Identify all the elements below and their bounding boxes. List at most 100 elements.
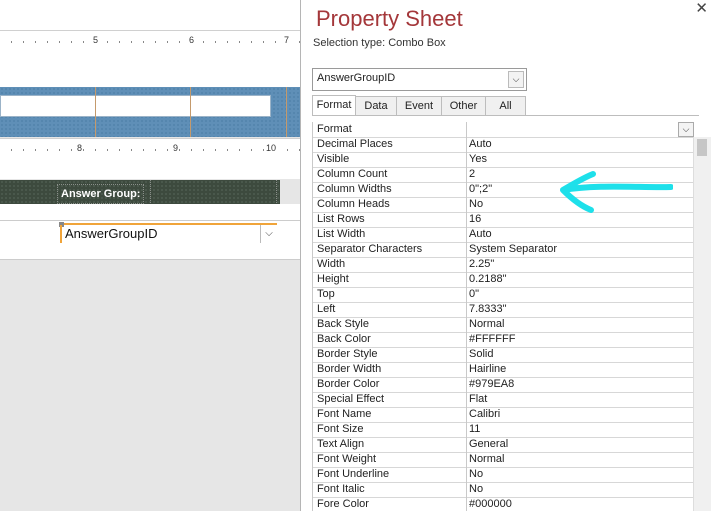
property-row[interactable]: Font Weight Normal — [313, 452, 694, 468]
property-name: List Width — [313, 227, 467, 242]
ruler-number: 6 — [188, 35, 196, 45]
property-row[interactable]: Font Italic No — [313, 482, 694, 498]
property-row[interactable]: List Width Auto — [313, 227, 694, 243]
property-row[interactable]: Left 7.8333" — [313, 302, 694, 318]
property-name: Text Align — [313, 437, 467, 452]
property-value[interactable]: Hairline — [469, 362, 691, 377]
property-value[interactable]: #000000 — [469, 497, 691, 511]
property-name: Height — [313, 272, 467, 287]
section-background — [0, 204, 300, 220]
selection-type: Selection type: Combo Box — [313, 37, 446, 49]
grid-line — [190, 87, 191, 137]
property-row[interactable]: Font Size 11 — [313, 422, 694, 438]
property-row[interactable]: Separator Characters System Separator — [313, 242, 694, 258]
property-name: Left — [313, 302, 467, 317]
property-value[interactable]: Auto — [469, 227, 691, 242]
property-value[interactable]: System Separator — [469, 242, 691, 257]
control-outline — [150, 180, 277, 203]
property-value[interactable]: 0" — [469, 287, 691, 302]
combobox-text: AnswerGroupID — [65, 226, 158, 241]
property-value[interactable]: #979EA8 — [469, 377, 691, 392]
chevron-down-icon[interactable]: ⌵ — [508, 71, 524, 88]
property-value[interactable]: No — [469, 467, 691, 482]
property-row[interactable]: Font Name Calibri — [313, 407, 694, 423]
property-name: Fore Color — [313, 497, 467, 511]
annotation-arrow — [560, 171, 673, 213]
chevron-down-icon[interactable]: ⌵ — [260, 225, 277, 243]
property-row[interactable]: Width 2.25" — [313, 257, 694, 273]
property-value[interactable]: Normal — [469, 317, 691, 332]
property-row[interactable]: Font Underline No — [313, 467, 694, 483]
tab-other[interactable]: Other — [441, 96, 486, 115]
ruler-number: 7 — [283, 35, 291, 45]
property-value[interactable] — [469, 122, 691, 137]
property-row[interactable]: Top 0" — [313, 287, 694, 303]
property-name: Format — [313, 122, 467, 137]
property-row[interactable]: Special Effect Flat — [313, 392, 694, 408]
property-name: Column Count — [313, 167, 467, 182]
property-value[interactable]: Normal — [469, 452, 691, 467]
section-background — [0, 161, 300, 179]
tab-format[interactable]: Format — [312, 95, 356, 115]
property-value[interactable]: Calibri — [469, 407, 691, 422]
horizontal-ruler-middle[interactable]: 8 9 10 — [0, 138, 300, 162]
ruler-number: 8 — [76, 143, 84, 153]
section-background — [0, 0, 300, 30]
grid-line — [286, 87, 287, 137]
property-name: Font Weight — [313, 452, 467, 467]
property-value[interactable]: Flat — [469, 392, 691, 407]
property-value[interactable]: No — [469, 482, 691, 497]
header-textbox[interactable] — [0, 95, 271, 117]
tab-data[interactable]: Data — [355, 96, 397, 115]
property-name: Back Style — [313, 317, 467, 332]
tab-event[interactable]: Event — [396, 96, 442, 115]
answer-group-label[interactable]: Answer Group: — [57, 184, 145, 204]
object-selector[interactable]: AnswerGroupID ⌵ — [312, 68, 527, 91]
property-name: Border Width — [313, 362, 467, 377]
property-value[interactable]: General — [469, 437, 691, 452]
property-row[interactable]: Height 0.2188" — [313, 272, 694, 288]
property-value[interactable]: 0.2188" — [469, 272, 691, 287]
property-row[interactable]: Decimal Places Auto — [313, 137, 694, 153]
property-row[interactable]: Border Color #979EA8 — [313, 377, 694, 393]
property-sheet: ✕ Property Sheet Selection type: Combo B… — [301, 0, 712, 511]
property-value[interactable]: 11 — [469, 422, 691, 437]
property-value[interactable]: #FFFFFF — [469, 332, 691, 347]
form-header-section[interactable] — [0, 87, 300, 137]
section-background — [0, 53, 300, 87]
grid-line — [95, 87, 96, 137]
property-name: Special Effect — [313, 392, 467, 407]
close-icon[interactable]: ✕ — [695, 1, 708, 17]
answer-group-combobox[interactable]: AnswerGroupID ⌵ — [59, 222, 277, 243]
property-value[interactable]: Auto — [469, 137, 691, 152]
property-name: Top — [313, 287, 467, 302]
property-row[interactable]: Back Color #FFFFFF — [313, 332, 694, 348]
property-value[interactable]: 7.8333" — [469, 302, 691, 317]
property-name: Font Italic — [313, 482, 467, 497]
property-row[interactable]: Text Align General — [313, 437, 694, 453]
ruler-number: 10 — [265, 143, 278, 153]
property-row[interactable]: Border Width Hairline — [313, 362, 694, 378]
object-selector-value: AnswerGroupID — [317, 72, 396, 84]
property-row[interactable]: Border Style Solid — [313, 347, 694, 363]
property-scrollbar[interactable] — [693, 137, 711, 511]
property-value[interactable]: Solid — [469, 347, 691, 362]
property-row[interactable]: Visible Yes — [313, 152, 694, 168]
form-design-pane[interactable]: 5 6 7 8 9 10 Answer Group: AnswerGroupID… — [0, 0, 301, 511]
detail-header-section[interactable]: Answer Group: — [0, 180, 280, 204]
chevron-down-icon[interactable]: ⌵ — [678, 122, 694, 137]
ruler-number: 5 — [92, 35, 100, 45]
property-name: Border Style — [313, 347, 467, 362]
property-row[interactable]: Back Style Normal — [313, 317, 694, 333]
property-sheet-title: Property Sheet — [316, 6, 463, 31]
property-value[interactable]: Yes — [469, 152, 691, 167]
property-row[interactable]: Format ⌵ — [313, 122, 694, 138]
property-row[interactable]: Fore Color #000000 — [313, 497, 694, 511]
property-name: Separator Characters — [313, 242, 467, 257]
tab-all[interactable]: All — [485, 96, 526, 115]
detail-section[interactable]: AnswerGroupID ⌵ — [0, 220, 300, 260]
property-name: Visible — [313, 152, 467, 167]
property-value[interactable]: 2.25" — [469, 257, 691, 272]
horizontal-ruler-top[interactable]: 5 6 7 — [0, 30, 300, 54]
scrollbar-thumb[interactable] — [697, 139, 707, 156]
